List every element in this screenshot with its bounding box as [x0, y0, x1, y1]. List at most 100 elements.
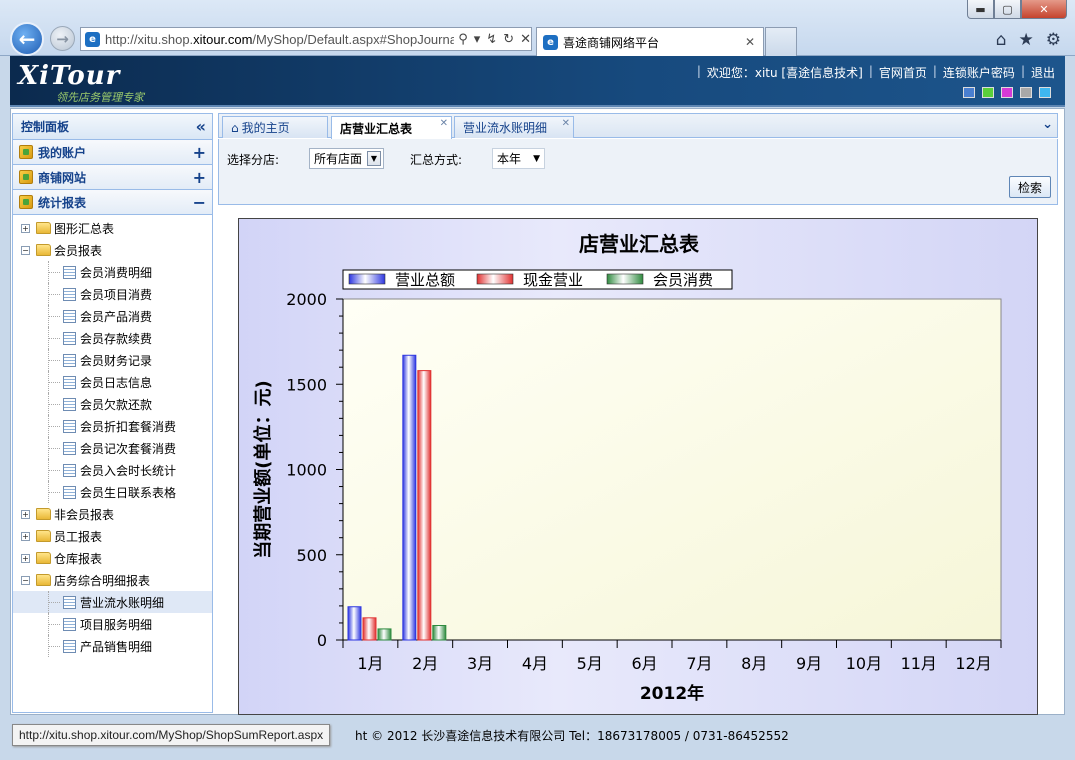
- tree-node-store-detail[interactable]: − 店务综合明细报表: [13, 569, 212, 591]
- browser-tab-active[interactable]: e 喜途商铺网络平台 ✕: [536, 27, 764, 56]
- page-tab-bar: ⌂ 我的主页 店营业汇总表 ✕ 营业流水账明细 ✕ ⌄: [218, 113, 1058, 139]
- search-button[interactable]: 检索: [1009, 176, 1051, 198]
- dropdown-icon[interactable]: ▾: [474, 32, 481, 47]
- tree-leaf-label: 会员入会时长统计: [80, 463, 177, 478]
- tab-close-icon[interactable]: ✕: [440, 118, 448, 129]
- folder-open-icon: [36, 574, 51, 586]
- link-logout[interactable]: 退出: [1031, 64, 1055, 81]
- chart-svg: 店营业汇总表营业总额 现金营业 会员消费 0 500 1000 1500 2000 当期营业额(…: [252, 232, 1002, 704]
- home-icon[interactable]: ⌂: [996, 30, 1007, 50]
- theme-swatch[interactable]: [1020, 87, 1032, 98]
- tab-menu-icon[interactable]: ⌄: [1042, 117, 1053, 132]
- accordion-my-account[interactable]: 我的账户 +: [13, 140, 212, 165]
- control-panel: 控制面板 « 我的账户 + 商铺网站 + 统计报表 − + 图形汇总表 − 会员…: [12, 113, 213, 713]
- folder-icon: [36, 222, 51, 234]
- tree-leaf[interactable]: 会员记次套餐消费: [13, 437, 212, 459]
- tree-node-non-member[interactable]: + 非会员报表: [13, 503, 212, 525]
- expand-icon[interactable]: +: [193, 168, 206, 187]
- bar-现金营业: [362, 617, 377, 641]
- tree-node-member-reports[interactable]: − 会员报表: [13, 239, 212, 261]
- tree-leaf[interactable]: 会员入会时长统计: [13, 459, 212, 481]
- welcome-text: 欢迎您：xitu [喜途信息技术]: [706, 66, 863, 80]
- search-icon[interactable]: ⚲: [458, 32, 468, 47]
- collapse-left-icon[interactable]: «: [196, 117, 206, 136]
- stop-icon[interactable]: ✕: [520, 32, 531, 47]
- ie-page-icon: e: [85, 31, 100, 47]
- star-icon[interactable]: ★: [1019, 30, 1034, 50]
- tab-my-home[interactable]: ⌂ 我的主页: [222, 116, 328, 138]
- x-axis-label: 2012年: [640, 683, 704, 704]
- report-doc-icon: [63, 639, 76, 653]
- bar-营业总额: [347, 606, 362, 641]
- tree-expand-icon[interactable]: +: [21, 531, 30, 541]
- report-doc-icon: [63, 397, 76, 411]
- accordion-label: 统计报表: [38, 195, 87, 210]
- link-chain-password[interactable]: 连锁账户密码: [943, 64, 1015, 81]
- tree-node-warehouse[interactable]: + 仓库报表: [13, 547, 212, 569]
- back-button[interactable]: ←: [10, 22, 44, 56]
- collapse-icon[interactable]: −: [193, 193, 206, 212]
- tree-leaf[interactable]: 会员折扣套餐消费: [13, 415, 212, 437]
- gear-icon[interactable]: ⚙: [1046, 30, 1061, 50]
- tree-leaf[interactable]: 会员日志信息: [13, 371, 212, 393]
- tree-collapse-icon[interactable]: −: [21, 575, 30, 585]
- tree-leaf[interactable]: 会员欠款还款: [13, 393, 212, 415]
- address-bar[interactable]: e http://xitu.shop.xitour.com/MyShop/Def…: [80, 27, 532, 51]
- theme-swatches: [963, 87, 1051, 98]
- tree-node-staff[interactable]: + 员工报表: [13, 525, 212, 547]
- tree-leaf-label: 会员存款续费: [80, 331, 153, 346]
- tab-cash-flow[interactable]: 营业流水账明细 ✕: [454, 116, 574, 138]
- tree-leaf[interactable]: 会员消费明细: [13, 261, 212, 283]
- tab-close-button[interactable]: ✕: [745, 35, 755, 49]
- address-url[interactable]: http://xitu.shop.xitour.com/MyShop/Defau…: [105, 32, 454, 47]
- bar-现金营业: [417, 370, 432, 641]
- report-doc-icon: [63, 375, 76, 389]
- forward-button[interactable]: →: [50, 26, 75, 51]
- theme-swatch[interactable]: [1001, 87, 1013, 98]
- tree-leaf[interactable]: 会员生日联系表格: [13, 481, 212, 503]
- theme-swatch[interactable]: [963, 87, 975, 98]
- x-tick-label: 5月: [577, 654, 603, 673]
- refresh-icon[interactable]: ↻: [503, 32, 514, 47]
- tree-leaf-label: 会员日志信息: [80, 375, 153, 390]
- accordion-shop-site[interactable]: 商铺网站 +: [13, 165, 212, 190]
- minimize-button[interactable]: ▬: [967, 0, 994, 19]
- expand-icon[interactable]: +: [193, 143, 206, 162]
- site-header: XiTour 领先店务管理专家 | 欢迎您：xitu [喜途信息技术] | 官网…: [10, 56, 1065, 107]
- theme-swatch[interactable]: [982, 87, 994, 98]
- browser-tab-title: 喜途商铺网络平台: [563, 35, 660, 50]
- footer-copyright: ht © 2012 长沙喜途信息技术有限公司 Tel：18673178005 /…: [355, 729, 789, 743]
- tab-close-icon[interactable]: ✕: [562, 118, 570, 129]
- tree-leaf-selected[interactable]: 营业流水账明细: [13, 591, 212, 613]
- y-tick-label: 0: [317, 631, 327, 650]
- report-tree: + 图形汇总表 − 会员报表 会员消费明细 会员项目消费 会员产品消费 会员存款…: [13, 215, 212, 657]
- mode-select[interactable]: 本年 ▼: [492, 148, 545, 169]
- x-tick-label: 3月: [467, 654, 493, 673]
- tree-leaf-label: 会员生日联系表格: [80, 485, 177, 500]
- tab-shop-summary[interactable]: 店营业汇总表 ✕: [331, 116, 452, 139]
- tree-node-graph-summary[interactable]: + 图形汇总表: [13, 217, 212, 239]
- accordion-reports[interactable]: 统计报表 −: [13, 190, 212, 215]
- x-tick-label: 11月: [901, 654, 937, 673]
- tree-leaf[interactable]: 会员项目消费: [13, 283, 212, 305]
- tree-leaf-label: 产品销售明细: [80, 639, 153, 654]
- bar-营业总额: [402, 354, 417, 641]
- new-tab-button[interactable]: [765, 27, 797, 56]
- maximize-button[interactable]: ▢: [994, 0, 1021, 19]
- tree-leaf[interactable]: 会员财务记录: [13, 349, 212, 371]
- tree-leaf[interactable]: 产品销售明细: [13, 635, 212, 657]
- site-slogan: 领先店务管理专家: [56, 91, 144, 104]
- tree-expand-icon[interactable]: +: [21, 223, 30, 233]
- tree-leaf[interactable]: 项目服务明细: [13, 613, 212, 635]
- compat-icon[interactable]: ↯: [486, 32, 497, 47]
- link-official-home[interactable]: 官网首页: [879, 64, 927, 81]
- branch-select[interactable]: 所有店面 ▼: [309, 148, 384, 169]
- tree-expand-icon[interactable]: +: [21, 509, 30, 519]
- close-window-button[interactable]: ✕: [1021, 0, 1067, 19]
- tree-collapse-icon[interactable]: −: [21, 245, 30, 255]
- tree-expand-icon[interactable]: +: [21, 553, 30, 563]
- theme-swatch[interactable]: [1039, 87, 1051, 98]
- tree-leaf[interactable]: 会员存款续费: [13, 327, 212, 349]
- y-axis-label: 当期营业额(单位：元): [252, 380, 274, 558]
- tree-leaf[interactable]: 会员产品消费: [13, 305, 212, 327]
